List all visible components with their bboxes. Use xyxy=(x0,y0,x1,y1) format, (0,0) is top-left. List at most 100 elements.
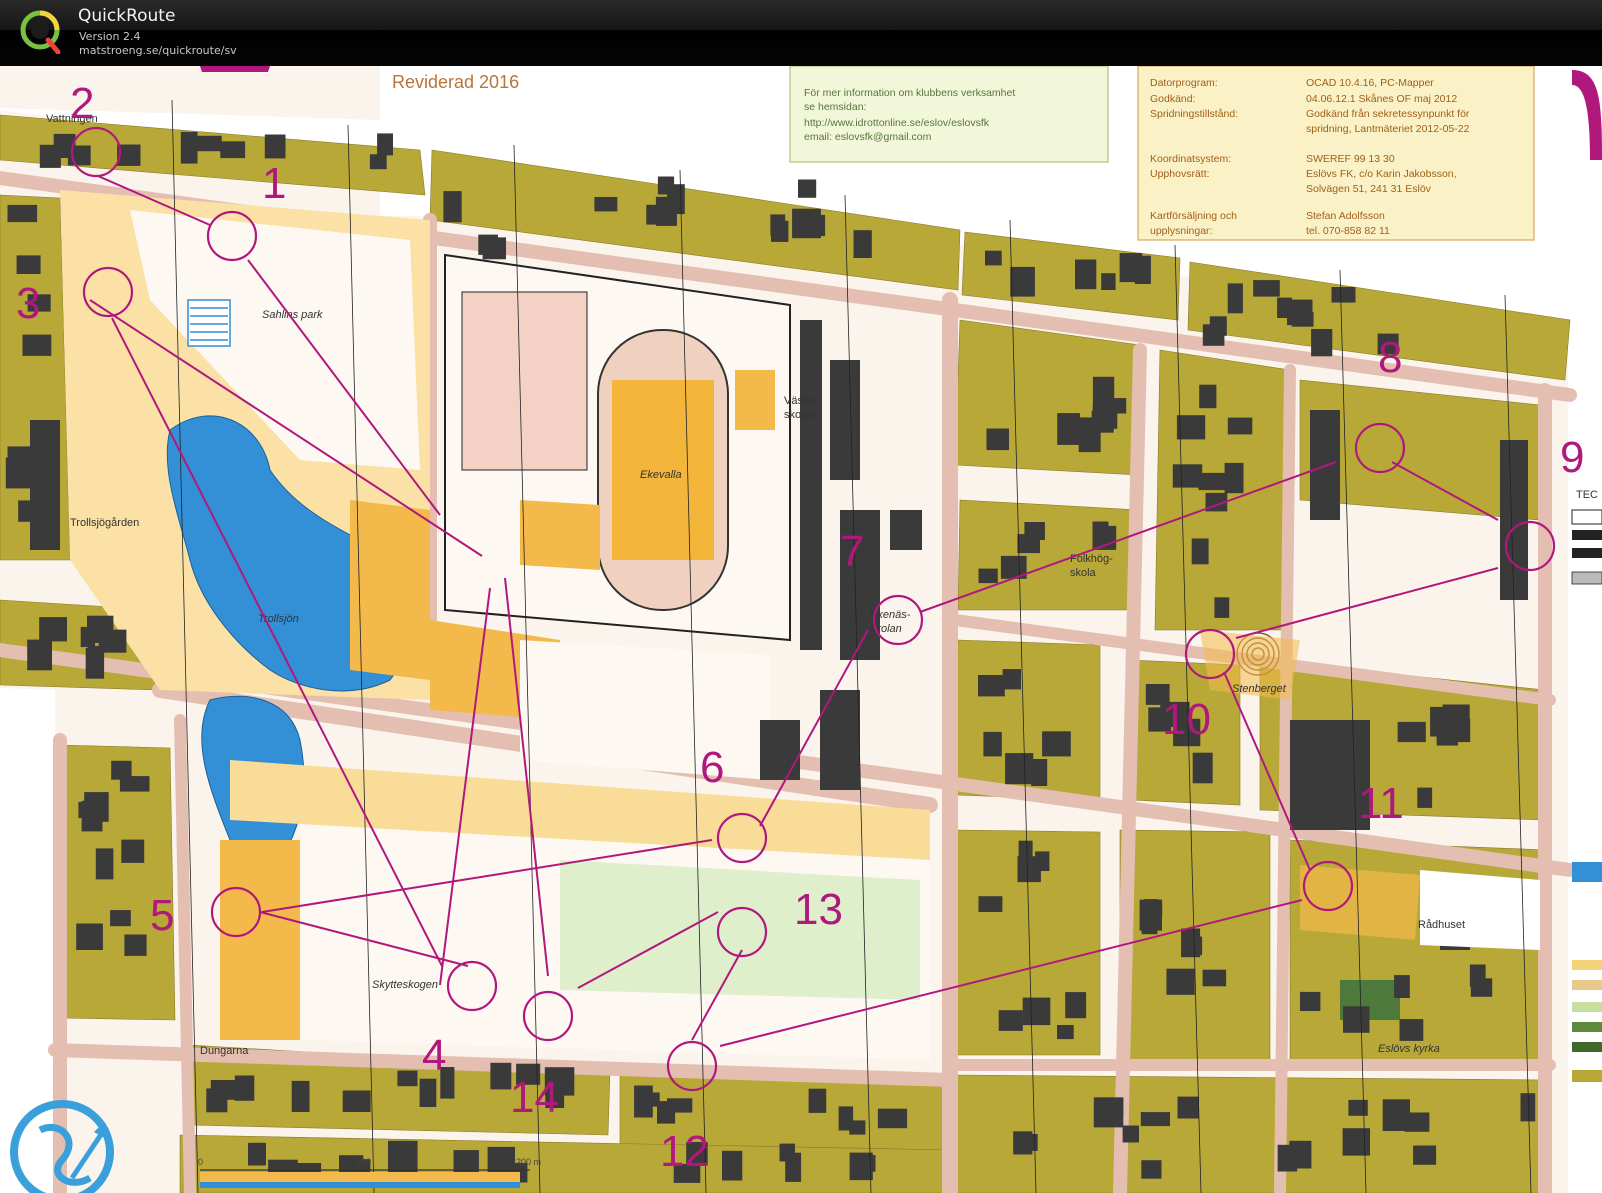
house xyxy=(1300,991,1321,1011)
house xyxy=(180,131,198,164)
house xyxy=(849,1152,873,1181)
house xyxy=(1010,266,1035,297)
house xyxy=(482,237,506,260)
house xyxy=(986,428,1009,451)
quickroute-window: QuickRoute Version 2.4 matstroeng.se/qui… xyxy=(0,0,1602,1193)
house xyxy=(1399,1019,1424,1041)
info-label: Kartförsäljning och xyxy=(1150,210,1237,222)
info-value: Eslövs FK, c/o Karin Jakobsson, xyxy=(1306,168,1457,180)
house xyxy=(119,776,150,792)
house xyxy=(419,1078,437,1107)
house xyxy=(1348,1099,1368,1116)
house xyxy=(1452,718,1471,743)
house xyxy=(1191,538,1209,565)
house xyxy=(853,230,872,258)
house xyxy=(1035,851,1050,871)
house xyxy=(16,255,41,274)
house xyxy=(1022,997,1051,1026)
house xyxy=(978,896,1003,912)
house xyxy=(1101,273,1116,290)
house xyxy=(1166,968,1195,995)
club-info-line: För mer information om klubbens verksamh… xyxy=(804,87,1015,99)
house xyxy=(342,1090,371,1112)
house xyxy=(98,629,127,653)
scale-label: 200 m xyxy=(516,1157,541,1167)
house xyxy=(1199,384,1217,409)
house xyxy=(1176,415,1206,440)
house xyxy=(490,1062,512,1090)
house xyxy=(1141,914,1158,935)
house xyxy=(1342,1128,1370,1156)
house xyxy=(76,923,103,950)
house xyxy=(983,731,1002,757)
house xyxy=(792,208,821,239)
control-number: 6 xyxy=(700,743,724,792)
control-number: 7 xyxy=(840,527,864,576)
house xyxy=(1311,329,1333,357)
app-name: QuickRoute xyxy=(78,6,176,26)
house xyxy=(95,848,114,880)
house xyxy=(1065,992,1087,1019)
house xyxy=(264,134,286,159)
map-viewport[interactable]: Reviderad 2016 För mer information om kl… xyxy=(0,66,1602,1193)
house xyxy=(1202,969,1227,987)
house xyxy=(39,617,67,642)
control-number: 1 xyxy=(262,159,286,208)
house xyxy=(1005,753,1034,785)
house xyxy=(377,133,393,156)
control-number: 12 xyxy=(660,1127,709,1176)
house xyxy=(1253,280,1280,297)
house xyxy=(985,250,1002,266)
house xyxy=(771,220,789,242)
house xyxy=(39,144,61,168)
house xyxy=(7,204,38,223)
house xyxy=(5,457,32,489)
quickroute-logo-icon xyxy=(20,10,61,54)
house xyxy=(1209,316,1227,336)
house xyxy=(1091,410,1114,433)
house xyxy=(1031,759,1048,786)
control-number: 9 xyxy=(1560,433,1584,482)
house xyxy=(1103,1098,1124,1118)
place-label: Västra xyxy=(784,395,817,407)
house xyxy=(877,1108,908,1129)
place-label: TEC xyxy=(1576,489,1598,501)
house xyxy=(667,1098,693,1113)
info-value: Stefan Adolfsson xyxy=(1306,210,1385,222)
place-label: Ekevalla xyxy=(640,469,682,481)
house xyxy=(838,1106,854,1131)
house xyxy=(808,1088,827,1113)
house xyxy=(1177,1096,1199,1119)
title-bar: QuickRoute Version 2.4 matstroeng.se/qui… xyxy=(0,0,1602,66)
house xyxy=(657,176,675,195)
house xyxy=(81,800,103,832)
scale-label: 100 xyxy=(356,1157,371,1167)
house xyxy=(1227,417,1253,435)
info-label: Godkänd: xyxy=(1150,93,1196,105)
house xyxy=(1214,597,1230,618)
house xyxy=(1075,259,1097,290)
house xyxy=(722,1150,743,1181)
house xyxy=(1140,1112,1170,1127)
house xyxy=(110,910,131,927)
house xyxy=(291,1080,310,1112)
house xyxy=(369,154,387,170)
place-label: Rådhuset xyxy=(1418,919,1465,931)
house xyxy=(248,1142,266,1166)
house xyxy=(1394,975,1410,998)
house xyxy=(1277,1144,1298,1172)
info-label: Koordinatsystem: xyxy=(1150,153,1231,165)
house xyxy=(1198,472,1226,491)
orienteering-map[interactable]: Reviderad 2016 För mer information om kl… xyxy=(0,66,1602,1193)
house xyxy=(1331,287,1356,303)
info-label: Upphovsrätt: xyxy=(1150,168,1210,180)
house xyxy=(443,191,462,223)
place-label: Eslövs kyrka xyxy=(1378,1043,1440,1055)
control-number: 8 xyxy=(1378,333,1402,382)
house xyxy=(1287,299,1313,326)
house xyxy=(1002,669,1021,690)
place-label: Trollsjögården xyxy=(70,517,139,529)
club-info-line: se hemsidan: xyxy=(804,101,866,113)
info-value: Godkänd från sekretessynpunkt för xyxy=(1306,108,1470,120)
house xyxy=(220,141,246,159)
